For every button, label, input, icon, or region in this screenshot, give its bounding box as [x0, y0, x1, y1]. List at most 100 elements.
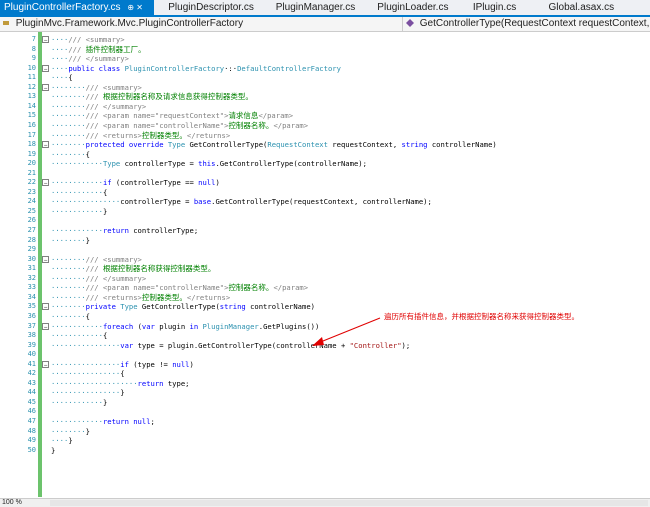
code-token: </returns>	[186, 130, 231, 140]
code-line[interactable]: ········/// </summary>	[51, 102, 146, 111]
code-line[interactable]: ············return null;	[51, 417, 155, 426]
code-line[interactable]: ············}	[51, 398, 107, 407]
member-dropdown-label: GetControllerType(RequestContext request…	[419, 18, 650, 29]
code-token: this	[198, 159, 216, 169]
code-line[interactable]: ················if (type != null)	[51, 360, 194, 369]
code-line[interactable]: ············if (controllerType == null)	[51, 178, 220, 187]
code-token: null	[198, 178, 216, 188]
code-token: ········	[51, 149, 86, 159]
horizontal-scrollbar[interactable]	[50, 500, 648, 506]
code-token: }	[51, 445, 56, 455]
code-editor[interactable]: 7− ····/// <summary> 8 ····/// 插件控制器工厂。 9 ···…	[0, 32, 650, 497]
code-line[interactable]: ····/// 插件控制器工厂。	[51, 45, 146, 54]
collapse-region-icon[interactable]: −	[42, 322, 49, 331]
collapse-region-icon[interactable]: −	[42, 360, 49, 369]
code-line[interactable]: ····}	[51, 436, 73, 445]
code-line[interactable]: ············}	[51, 207, 107, 216]
line-number: 11	[27, 73, 36, 82]
code-line[interactable]: ········}	[51, 427, 90, 436]
code-line[interactable]: ········/// <returns>控制器类型。</returns>	[51, 293, 230, 302]
member-dropdown[interactable]: GetControllerType(RequestContext request…	[402, 17, 650, 31]
line-number: 7	[31, 35, 36, 43]
code-token: 根据控制器名称获得控制器类型。	[102, 264, 216, 274]
code-line[interactable]: ············{	[51, 188, 107, 197]
pin-close-icons[interactable]: ⊕ ✕	[127, 3, 143, 12]
line-number: 45	[27, 397, 36, 406]
zoom-level[interactable]: 100 %	[2, 499, 22, 506]
line-number: 32	[27, 273, 36, 282]
line-number: 8	[31, 44, 36, 53]
code-line[interactable]: ········/// <summary>	[51, 255, 142, 264]
code-token: ········	[51, 140, 86, 150]
code-token: if	[120, 359, 134, 369]
code-token: ····················	[51, 378, 138, 388]
code-token: ············	[51, 187, 103, 197]
code-token: }	[102, 397, 108, 407]
code-line[interactable]: ············foreach (var plugin in Plugi…	[51, 322, 319, 331]
line-number: 28	[27, 235, 36, 244]
code-line[interactable]: }	[51, 446, 55, 455]
code-token: GetControllerType(	[141, 302, 220, 312]
code-line[interactable]: ····················return type;	[51, 379, 189, 388]
code-line[interactable]: ····/// <summary>	[51, 35, 125, 44]
tab-pluginloader[interactable]: PluginLoader.cs	[369, 0, 465, 15]
tab-iplugin[interactable]: IPlugin.cs	[465, 0, 541, 15]
code-line[interactable]: ········/// 根据控制器名称获得控制器类型。	[51, 264, 215, 273]
code-line[interactable]: ············{	[51, 331, 107, 340]
code-token: type = plugin.GetControllerType(controll…	[137, 340, 350, 350]
code-line[interactable]: ····{	[51, 73, 73, 82]
code-line[interactable]: ········private Type GetControllerType(s…	[51, 302, 315, 311]
code-line[interactable]: ········/// <param name="requestContext"…	[51, 111, 293, 120]
code-line[interactable]: ················var type = plugin.GetCon…	[51, 341, 410, 350]
code-line[interactable]: ········}	[51, 236, 90, 245]
tab-global-asax[interactable]: Global.asax.cs	[541, 0, 650, 15]
collapse-region-icon[interactable]: −	[42, 179, 49, 187]
code-line[interactable]: ············Type controllerType = this.G…	[51, 159, 367, 168]
code-line[interactable]: ········protected override Type GetContr…	[51, 140, 497, 149]
collapse-region-icon[interactable]: −	[42, 141, 49, 149]
collapse-region-icon[interactable]: −	[42, 255, 49, 264]
type-dropdown[interactable]: PluginMvc.Framework.Mvc.PluginController…	[2, 17, 392, 31]
code-line[interactable]: ················}	[51, 388, 125, 397]
code-token: "Controller"	[349, 340, 402, 350]
line-number: 10	[27, 63, 36, 72]
tab-pluginmanager[interactable]: PluginManager.cs	[266, 0, 370, 15]
code-token: null	[133, 417, 151, 426]
code-token: ····	[51, 73, 69, 83]
code-line[interactable]: ········/// <returns>控制器类型。</returns>	[51, 131, 230, 140]
code-token: 请求信息	[228, 111, 259, 121]
line-number: 21	[27, 168, 36, 177]
code-line[interactable]: ········{	[51, 150, 90, 159]
code-line[interactable]: ····/// </summary>	[51, 54, 129, 63]
code-token: controllerName)	[250, 302, 315, 312]
code-token: /// </summary>	[85, 101, 147, 111]
code-token: }	[85, 235, 90, 245]
code-token: 根据控制器名称及请求信息获得控制器类型。	[102, 92, 253, 102]
code-token: );	[401, 340, 411, 350]
tab-plugincontrollerfactory[interactable]: PluginControllerFactory.cs ⊕ ✕	[0, 0, 155, 15]
line-number: 37	[27, 321, 36, 330]
code-token: ····	[51, 44, 69, 54]
code-line[interactable]: ········/// <summary>	[51, 83, 142, 92]
code-token: .GetPlugins())	[258, 321, 320, 331]
code-line[interactable]: ····public class PluginControllerFactory…	[51, 64, 341, 73]
code-line[interactable]: ················{	[51, 369, 125, 378]
code-token: ········	[51, 302, 86, 312]
code-token: /// <param name="requestContext">	[85, 111, 229, 121]
collapse-region-icon[interactable]: −	[42, 83, 49, 92]
line-number: 18	[27, 140, 36, 149]
code-line[interactable]: ············return controllerType;	[51, 226, 198, 235]
code-line[interactable]: ········{	[51, 312, 90, 321]
line-number: 22	[27, 178, 36, 187]
tab-plugindescriptor[interactable]: PluginDescriptor.cs	[154, 0, 266, 15]
code-line[interactable]: ········/// 根据控制器名称及请求信息获得控制器类型。	[51, 92, 253, 101]
code-token: }	[102, 206, 108, 216]
collapse-region-icon[interactable]: −	[42, 36, 49, 44]
code-line[interactable]: ················controllerType = base.Ge…	[51, 197, 432, 206]
code-line[interactable]: ········/// <param name="controllerName"…	[51, 283, 308, 292]
code-line[interactable]: ········/// </summary>	[51, 274, 146, 283]
code-line[interactable]: ········/// <param name="controllerName"…	[51, 121, 308, 130]
collapse-region-icon[interactable]: −	[42, 303, 49, 311]
collapse-region-icon[interactable]: −	[42, 64, 49, 73]
code-token: </param>	[273, 120, 309, 130]
